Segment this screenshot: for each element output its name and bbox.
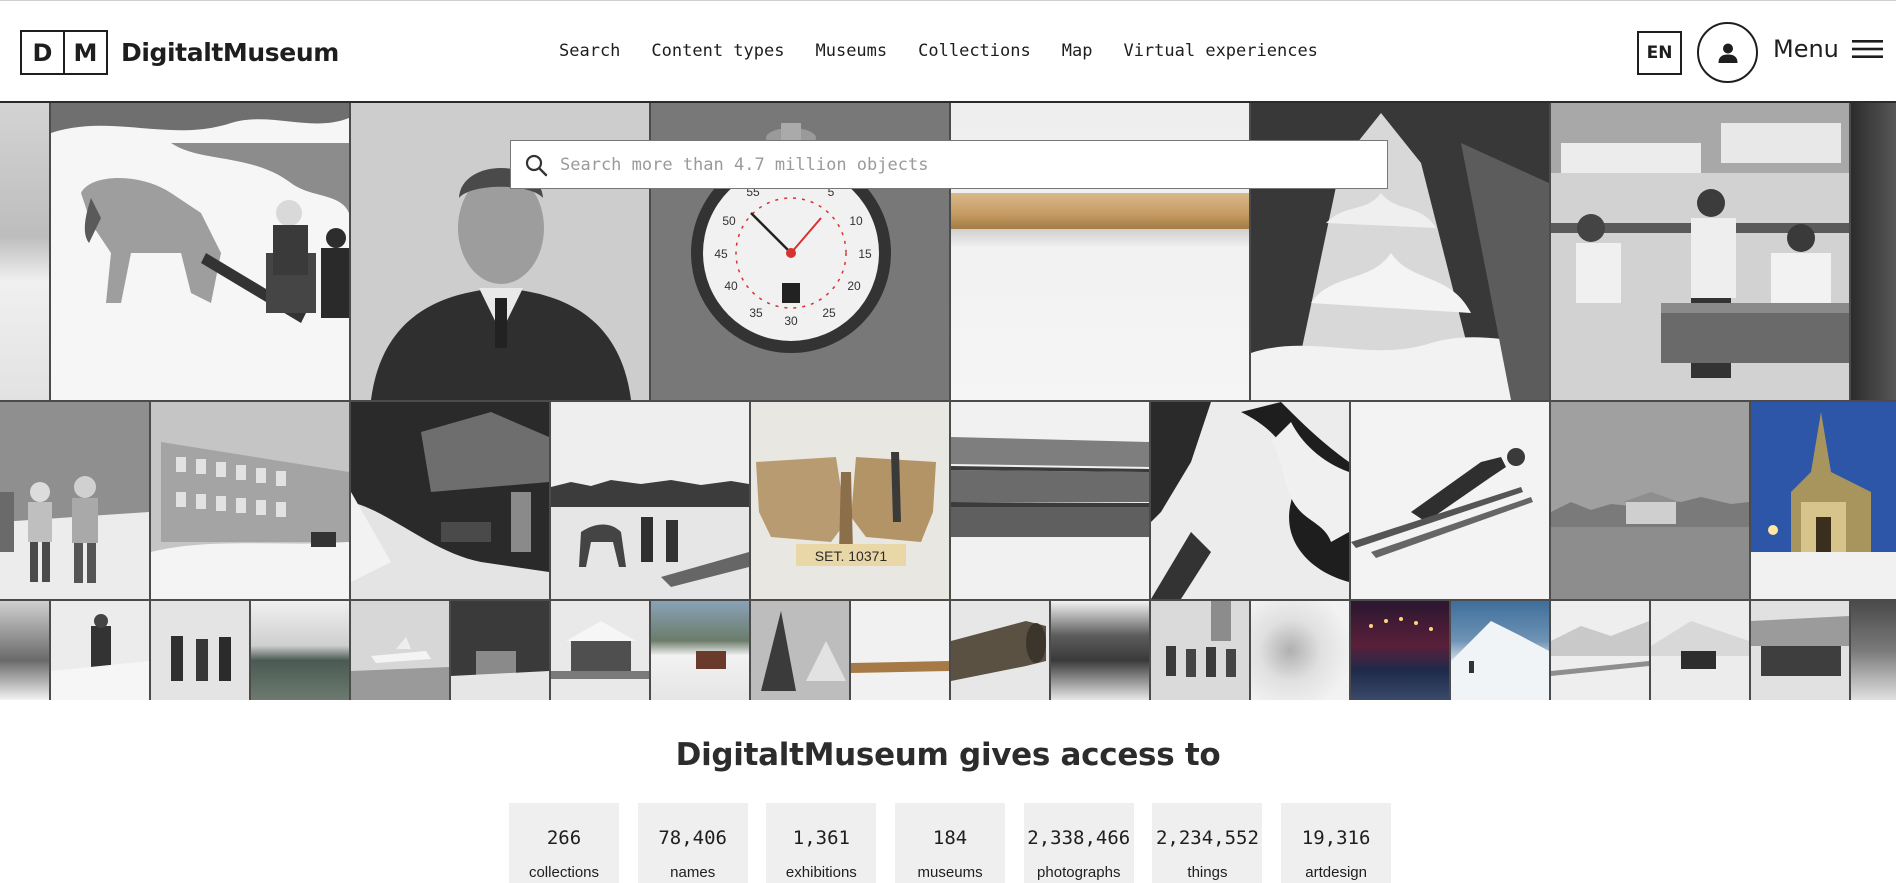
nav-map[interactable]: Map <box>1062 41 1093 61</box>
stat-value: 1,361 <box>792 827 850 849</box>
photo-tile-ski-jumper[interactable] <box>1351 402 1549 599</box>
stopwatch-number: 45 <box>714 247 728 261</box>
photo-tile-snowy-hills[interactable] <box>1551 601 1649 700</box>
photo-tile-winter-trees-1[interactable] <box>0 601 49 700</box>
stat-photographs[interactable]: 2,338,466 photographs <box>1023 803 1134 883</box>
stat-collections[interactable]: 266 collections <box>509 803 619 883</box>
stat-label: museums <box>917 864 983 881</box>
photo-tile-airplane[interactable] <box>351 601 449 700</box>
stat-label: photographs <box>1037 864 1121 881</box>
nav-virtual-experiences[interactable]: Virtual experiences <box>1123 41 1317 61</box>
photo-tile-snowy-field[interactable] <box>0 103 49 400</box>
nav-content-types[interactable]: Content types <box>651 41 784 61</box>
language-button[interactable]: EN <box>1637 31 1682 75</box>
stopwatch-number: 35 <box>749 306 763 320</box>
stat-value: 266 <box>546 827 582 849</box>
user-account-button[interactable] <box>1697 22 1758 83</box>
site-name: DigitaltMuseum <box>121 38 339 67</box>
stopwatch-number: 50 <box>722 214 736 228</box>
stats-list: 266 collections 78,406 names 1,361 exhib… <box>509 803 1410 883</box>
photo-tile-soldiers-bunks[interactable] <box>1551 103 1849 400</box>
photo-tile-night-sleighs[interactable] <box>351 402 549 599</box>
logo-letter-d: D <box>22 32 65 73</box>
photo-tile-river-bank[interactable] <box>251 601 349 700</box>
stat-value: 19,316 <box>1301 827 1371 849</box>
site-header: D M DigitaltMuseum Search Content types … <box>0 0 1896 103</box>
logo-letter-m: M <box>73 38 98 67</box>
stat-label: artdesign <box>1305 864 1367 881</box>
photo-tile-night-street[interactable] <box>1351 601 1449 700</box>
stat-names[interactable]: 78,406 names <box>637 803 748 883</box>
photo-tile-log-cabin[interactable] <box>551 601 649 700</box>
photo-tile-wooden-ski[interactable] <box>851 601 949 700</box>
stat-label: names <box>670 864 716 881</box>
photo-tile-church-night[interactable] <box>1751 402 1896 599</box>
stopwatch-number: 30 <box>784 314 798 328</box>
image-mosaic: 60 5 10 15 20 25 30 35 40 45 50 55 <box>0 103 1896 700</box>
logo-mark: D M <box>20 30 108 75</box>
photo-tile-forest-edge[interactable] <box>1851 103 1896 400</box>
stat-museums[interactable]: 184 museums <box>895 803 1006 883</box>
stat-value: 2,338,466 <box>1027 827 1131 849</box>
photo-tile-snowy-mountain[interactable] <box>1451 601 1549 700</box>
photo-tile-horse-forest[interactable] <box>551 402 749 599</box>
photo-tile-horse-sleigh[interactable] <box>51 103 349 400</box>
photo-tile-metal-horn[interactable] <box>951 601 1049 700</box>
stopwatch-number: 15 <box>858 247 872 261</box>
nav-museums[interactable]: Museums <box>815 41 887 61</box>
stat-artdesign[interactable]: 19,316 artdesign <box>1281 803 1392 883</box>
photo-tile-soldiers-snow[interactable] <box>1751 601 1849 700</box>
photo-tile-snowy-rock[interactable] <box>1151 402 1349 599</box>
search-icon[interactable] <box>524 153 548 177</box>
stat-exhibitions[interactable]: 1,361 exhibitions <box>766 803 877 883</box>
photo-tile-forest-camp[interactable] <box>751 601 849 700</box>
stat-things[interactable]: 2,234,552 things <box>1152 803 1263 883</box>
stat-label: exhibitions <box>785 864 857 881</box>
photo-tile-stone-layers[interactable] <box>951 402 1149 599</box>
nav-search[interactable]: Search <box>559 41 620 61</box>
site-logo[interactable]: D M DigitaltMuseum <box>20 30 339 75</box>
specimen-label-text: SET. 10371 <box>815 548 888 564</box>
stat-value: 2,234,552 <box>1155 827 1259 849</box>
hamburger-icon <box>1851 40 1883 58</box>
search-bar[interactable] <box>510 140 1388 189</box>
stat-value: 78,406 <box>658 827 727 849</box>
photo-tile-children-snow[interactable] <box>0 402 149 599</box>
stick-shape <box>951 193 1249 229</box>
main-nav: Search Content types Museums Collections… <box>559 41 1349 61</box>
stopwatch-number: 25 <box>822 306 836 320</box>
photo-tile-school-building[interactable] <box>151 402 349 599</box>
photo-tile-skiers-1[interactable] <box>51 601 149 700</box>
photo-tile-mountain-hut[interactable] <box>1651 601 1749 700</box>
photo-tile-cabin-forest[interactable] <box>451 601 549 700</box>
photo-tile-group-snow[interactable] <box>151 601 249 700</box>
menu-button[interactable]: Menu <box>1773 35 1883 63</box>
photo-tile-forest-logs[interactable] <box>1051 601 1149 700</box>
photo-tile-winter-valley[interactable] <box>651 601 749 700</box>
user-icon <box>1718 43 1737 63</box>
menu-label: Menu <box>1773 35 1839 63</box>
photo-tile-group-walk[interactable] <box>1151 601 1249 700</box>
stopwatch-number: 10 <box>849 214 863 228</box>
stick-shadow <box>951 229 1249 247</box>
stat-label: collections <box>528 864 600 881</box>
photo-tile-manor-lake[interactable] <box>1551 402 1749 599</box>
photo-tile-winter-edge[interactable] <box>1851 601 1896 700</box>
photo-tile-specimen-label[interactable]: SET. 10371 <box>751 402 949 599</box>
nav-collections[interactable]: Collections <box>918 41 1031 61</box>
stat-label: things <box>1187 864 1228 881</box>
stopwatch-number: 20 <box>847 279 861 293</box>
search-input[interactable] <box>560 154 1360 175</box>
photo-tile-foggy-tree[interactable] <box>1251 601 1349 700</box>
stats-title: DigitaltMuseum gives access to <box>675 737 1221 773</box>
stopwatch-number: 40 <box>724 279 738 293</box>
stat-value: 184 <box>932 827 968 849</box>
